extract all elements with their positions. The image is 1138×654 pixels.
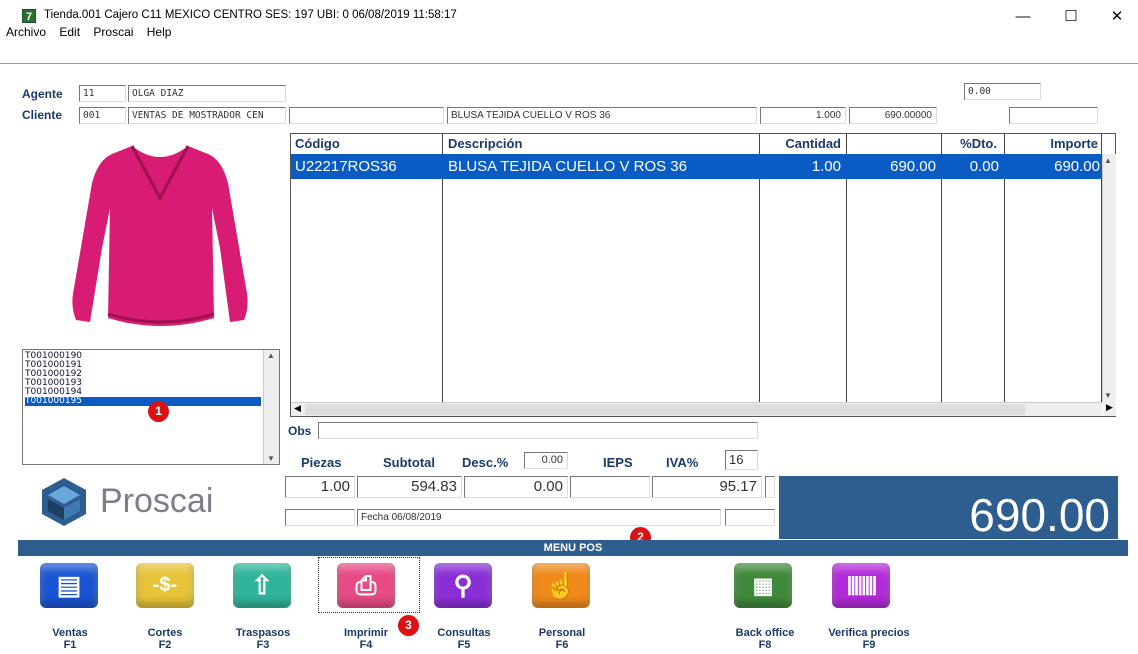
top-right-field[interactable]: 0.00	[964, 83, 1041, 100]
consultas-button[interactable]: ⚲	[434, 563, 492, 608]
descuento-field: 0.00	[464, 476, 568, 498]
imprimir-button[interactable]: ⎙	[337, 563, 395, 608]
column-descripcion[interactable]: Descripción	[444, 134, 754, 154]
subtotal-field: 594.83	[357, 476, 462, 498]
transfer-icon: ⇧	[251, 570, 273, 600]
cliente-name-field[interactable]: VENTAS DE MOSTRADOR CEN	[128, 107, 286, 124]
ventas-label[interactable]: Ventas F1	[30, 627, 110, 651]
barcode-icon: ||||||||	[846, 574, 878, 596]
scroll-left-icon[interactable]: ◀	[294, 403, 301, 414]
status-field	[285, 509, 355, 526]
verifica-precios-label[interactable]: Verifica precios F9	[813, 627, 925, 651]
ventas-button[interactable]: ▤	[40, 563, 98, 608]
cliente-code-field[interactable]: 001	[79, 107, 126, 124]
imprimir-label[interactable]: Imprimir F4	[326, 627, 406, 651]
row-cantidad: 1.00	[811, 158, 841, 175]
cliente-extra-field[interactable]	[289, 107, 444, 124]
column-precio[interactable]	[846, 134, 940, 154]
row-descripcion: BLUSA TEJIDA CUELLO V ROS 36	[448, 158, 687, 175]
printer-icon: ⎙	[355, 570, 377, 600]
items-grid[interactable]: Código Descripción Cantidad %Dto. Import…	[290, 133, 1116, 417]
pos-terminal-icon: ▤	[56, 570, 82, 600]
item-description-field[interactable]: BLUSA TEJIDA CUELLO V ROS 36	[447, 107, 757, 124]
scroll-down-icon[interactable]: ▼	[1104, 391, 1112, 400]
column-cantidad[interactable]: Cantidad	[759, 134, 845, 154]
obs-field[interactable]	[318, 422, 758, 439]
desc-label: Desc.%	[462, 455, 509, 470]
building-icon: ▦	[752, 573, 774, 598]
hand-pointer-icon: ☝	[544, 570, 578, 600]
cash-icon: -$-	[152, 574, 178, 596]
row-codigo: U22217ROS36	[295, 158, 397, 175]
verifica-precios-button[interactable]: ||||||||	[832, 563, 890, 608]
proscai-logo: Proscai	[34, 472, 244, 532]
iva-field: 95.17	[652, 476, 762, 498]
list-scrollbar[interactable]: ▲ ▼	[263, 350, 279, 464]
piezas-field: 1.00	[285, 476, 355, 498]
item-price-field[interactable]: 690.00000	[849, 107, 937, 124]
column-codigo[interactable]: Código	[291, 134, 441, 154]
item-extra-field[interactable]	[1009, 107, 1098, 124]
grid-vertical-scrollbar[interactable]: ▲ ▼	[1102, 154, 1116, 402]
menu-proscai[interactable]: Proscai	[93, 22, 133, 42]
personal-label[interactable]: Personal F6	[522, 627, 602, 651]
column-dto[interactable]: %Dto.	[941, 134, 1003, 154]
cliente-label: Cliente	[22, 108, 63, 122]
annotation-badge: 1	[148, 401, 169, 422]
grand-total: 690.00	[779, 476, 1118, 541]
scroll-thumb[interactable]	[305, 404, 1025, 415]
menu-bar: Archivo Edit Proscai Help	[0, 20, 1138, 64]
row-precio: 690.00	[890, 158, 936, 175]
scroll-down-icon[interactable]: ▼	[267, 454, 275, 463]
subtotal-label: Subtotal	[383, 455, 435, 470]
scroll-up-icon[interactable]: ▲	[1104, 156, 1112, 165]
iva-label: IVA%	[666, 455, 699, 470]
traspasos-label[interactable]: Traspasos F3	[223, 627, 303, 651]
grid-horizontal-scrollbar[interactable]: ◀	[291, 402, 1102, 416]
proscai-logo-icon	[42, 478, 86, 526]
ieps-label: IEPS	[603, 455, 633, 470]
fecha-field: Fecha 06/08/2019	[357, 509, 721, 526]
iva-extra-field	[765, 476, 775, 498]
menu-pos-bar: MENU POS	[18, 540, 1128, 556]
back-office-button[interactable]: ▦	[734, 563, 792, 608]
piezas-label: Piezas	[301, 455, 342, 470]
iva-percent-field[interactable]: 16	[725, 450, 758, 470]
agente-name-field[interactable]: OLGA DIAZ	[128, 85, 286, 102]
obs-label: Obs	[288, 424, 312, 438]
menu-help[interactable]: Help	[147, 22, 172, 42]
item-quantity-field[interactable]: 1.000	[760, 107, 846, 124]
back-office-label[interactable]: Back office F8	[720, 627, 810, 651]
scroll-right-icon[interactable]: ▶	[1103, 402, 1116, 416]
cortes-button[interactable]: -$-	[136, 563, 194, 608]
consultas-label[interactable]: Consultas F5	[424, 627, 504, 651]
list-item-selected[interactable]: T001000195	[25, 397, 261, 406]
menu-edit[interactable]: Edit	[59, 22, 80, 42]
agente-label: Agente	[22, 87, 63, 101]
ieps-field	[570, 476, 650, 498]
product-image	[72, 145, 248, 326]
cortes-label[interactable]: Cortes F2	[125, 627, 205, 651]
status-extra-field	[725, 509, 775, 526]
search-icon: ⚲	[453, 570, 473, 600]
row-dto: 0.00	[969, 158, 999, 175]
agente-code-field[interactable]: 11	[79, 85, 126, 102]
desc-percent-field[interactable]: 0.00	[524, 452, 568, 469]
menu-archivo[interactable]: Archivo	[6, 22, 46, 42]
scroll-up-icon[interactable]: ▲	[267, 351, 275, 360]
brand-name: Proscai	[100, 482, 214, 520]
personal-button[interactable]: ☝	[532, 563, 590, 608]
row-importe: 690.00	[1054, 158, 1100, 175]
column-importe[interactable]: Importe	[1004, 134, 1100, 154]
traspasos-button[interactable]: ⇧	[233, 563, 291, 608]
